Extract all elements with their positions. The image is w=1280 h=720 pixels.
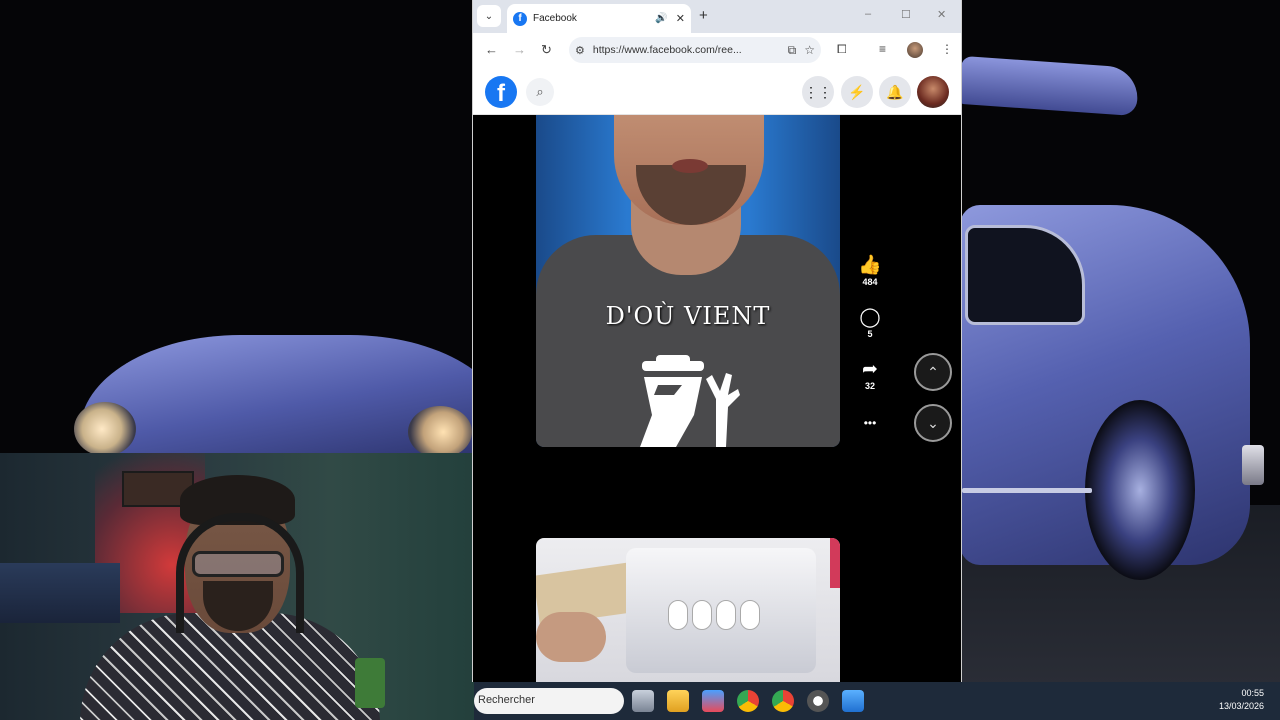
comment-bubble-icon: ◯ bbox=[859, 307, 881, 328]
ellipsis-icon: ••• bbox=[863, 416, 877, 430]
reel-video[interactable]: D'OÙ VIENT bbox=[536, 115, 840, 447]
store-icon[interactable] bbox=[702, 690, 724, 712]
thumbs-up-icon: 👍 bbox=[858, 255, 882, 276]
chevron-down-icon: ⌄ bbox=[484, 10, 494, 22]
clock-date: 13/03/2026 bbox=[1218, 701, 1264, 711]
install-app-icon[interactable]: ⧉ bbox=[788, 43, 797, 58]
chrome-icon[interactable] bbox=[737, 690, 759, 712]
tab-search-button[interactable]: ⌄ bbox=[477, 5, 501, 27]
webcam-shelf bbox=[0, 563, 120, 623]
next-reel-button[interactable]: ⌄ bbox=[914, 404, 952, 442]
car-bumper bbox=[1242, 445, 1264, 485]
account-avatar[interactable] bbox=[917, 76, 949, 108]
comment-count: 5 bbox=[867, 329, 873, 339]
app-blue-icon[interactable] bbox=[842, 690, 864, 712]
close-tab-icon[interactable]: ✕ bbox=[676, 12, 685, 25]
browser-window: ⌄ f Facebook 🔊 ✕ + – ☐ ✕ ← → ↻ ⚙ https:/… bbox=[472, 0, 962, 682]
taskbar-search-input[interactable]: Rechercher bbox=[474, 688, 624, 714]
bell-icon[interactable]: 🔔 bbox=[879, 76, 911, 108]
preview-red-object bbox=[830, 538, 840, 588]
address-url: https://www.facebook.com/ree... bbox=[592, 44, 742, 56]
tab-facebook[interactable]: f Facebook 🔊 ✕ bbox=[507, 4, 691, 33]
reel-cartoon-figure bbox=[640, 355, 740, 447]
forward-arrow-icon[interactable]: → bbox=[513, 42, 526, 57]
system-clock[interactable]: 00:55 13/03/2026 bbox=[1219, 687, 1264, 713]
extensions-icon[interactable]: ⧠ bbox=[837, 42, 847, 57]
more-menu-icon[interactable]: ⋮ bbox=[941, 42, 953, 56]
search-icon[interactable]: ⌕ bbox=[526, 78, 554, 106]
webcam-headset bbox=[176, 513, 304, 633]
like-count: 484 bbox=[862, 277, 878, 287]
file-explorer-icon[interactable] bbox=[667, 690, 689, 712]
facebook-favicon-icon: f bbox=[513, 11, 527, 26]
car-wheel bbox=[1085, 400, 1195, 580]
minimize-icon[interactable]: – bbox=[865, 8, 871, 20]
clock-time: 00:55 bbox=[1241, 688, 1264, 698]
previous-reel-button[interactable]: ⌃ bbox=[914, 353, 952, 391]
tab-strip: ⌄ f Facebook 🔊 ✕ + – ☐ ✕ bbox=[473, 0, 961, 33]
tab-title: Facebook bbox=[533, 13, 577, 24]
facebook-header: f ⌕ ⋮⋮ ⚡ 🔔 bbox=[473, 68, 961, 115]
bookmark-star-icon[interactable]: ☆ bbox=[804, 43, 815, 57]
comment-action[interactable]: ◯ 5 bbox=[853, 307, 887, 340]
media-queue-icon[interactable]: ≡ bbox=[879, 42, 886, 56]
preview-hand bbox=[536, 612, 606, 662]
car-headlight-left bbox=[74, 402, 136, 456]
app-icon[interactable] bbox=[807, 690, 829, 712]
webcam-overlay bbox=[0, 453, 474, 720]
share-count: 32 bbox=[864, 381, 875, 391]
next-reel-preview[interactable] bbox=[536, 538, 840, 682]
address-bar[interactable]: ⚙ https://www.facebook.com/ree... ⧉ ☆ bbox=[569, 37, 821, 63]
car-gullwing-door bbox=[958, 55, 1140, 117]
plus-icon[interactable]: + bbox=[699, 7, 708, 24]
grid-menu-icon[interactable]: ⋮⋮ bbox=[802, 76, 834, 108]
like-action[interactable]: 👍 484 bbox=[853, 255, 887, 288]
close-window-icon[interactable]: ✕ bbox=[937, 8, 946, 21]
preview-spool bbox=[668, 600, 688, 630]
webcam-green-bin bbox=[355, 658, 385, 708]
preview-spool bbox=[740, 600, 760, 630]
taskbar: Rechercher 00:55 13/03/2026 bbox=[474, 682, 1280, 720]
car-headlight-right bbox=[408, 406, 472, 458]
task-view-icon[interactable] bbox=[632, 690, 654, 712]
profile-avatar-icon[interactable] bbox=[907, 42, 923, 58]
car-chrome-strip bbox=[962, 488, 1092, 493]
site-info-icon[interactable]: ⚙ bbox=[575, 44, 585, 57]
chevron-down-icon: ⌄ bbox=[927, 414, 939, 431]
more-options-button[interactable]: ••• bbox=[853, 413, 887, 433]
speaker-icon[interactable]: 🔊 bbox=[655, 13, 667, 24]
facebook-logo-letter: f bbox=[497, 80, 505, 107]
chevron-up-icon: ⌃ bbox=[927, 363, 939, 380]
reel-person-mouth bbox=[672, 159, 708, 173]
share-action[interactable]: ➦ 32 bbox=[853, 359, 887, 392]
preview-spool bbox=[716, 600, 736, 630]
preview-spool bbox=[692, 600, 712, 630]
maximize-icon[interactable]: ☐ bbox=[901, 8, 911, 21]
messenger-icon[interactable]: ⚡ bbox=[841, 76, 873, 108]
reload-icon[interactable]: ↻ bbox=[541, 42, 552, 58]
share-arrow-icon: ➦ bbox=[862, 359, 878, 380]
reel-caption: D'OÙ VIENT bbox=[605, 302, 771, 330]
browser-toolbar: ← → ↻ ⚙ https://www.facebook.com/ree... … bbox=[473, 33, 961, 68]
chrome-profile-icon[interactable] bbox=[772, 690, 794, 712]
back-arrow-icon[interactable]: ← bbox=[485, 42, 498, 57]
desktop: ⌄ f Facebook 🔊 ✕ + – ☐ ✕ ← → ↻ ⚙ https:/… bbox=[0, 0, 1280, 720]
facebook-logo-icon[interactable]: f bbox=[485, 76, 517, 108]
